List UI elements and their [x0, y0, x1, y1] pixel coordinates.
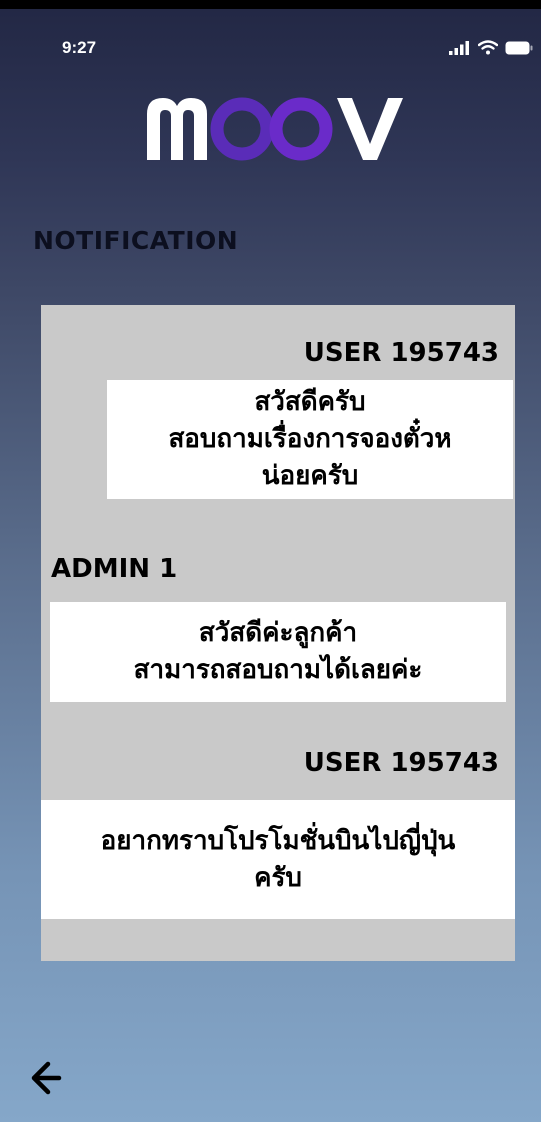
status-icons	[449, 40, 533, 55]
right-edge	[541, 0, 549, 1122]
message-sender: ADMIN 1	[51, 554, 178, 584]
page-title: NOTIFICATION	[33, 226, 239, 255]
moov-logo	[147, 97, 403, 161]
signal-icon	[449, 40, 469, 55]
message-bubble: อยากทราบโปรโมชั่นบินไปญี่ปุ่น ครับ	[41, 800, 515, 919]
top-edge	[0, 0, 549, 9]
battery-icon	[505, 41, 533, 54]
message-bubble: สวัสดีค่ะลูกค้า สามารถสอบถามได้เลยค่ะ	[50, 602, 506, 702]
message-bubble: สวัสดีครับ สอบถามเรื่องการจองตั๋วห น่อยค…	[107, 380, 513, 499]
wifi-icon	[478, 40, 498, 55]
notification-screen: 9:27 NOTIFICATION USER 195743 สวัสดีครับ…	[0, 0, 549, 1122]
message-sender: USER 195743	[303, 748, 499, 778]
message-sender: USER 195743	[303, 338, 499, 368]
status-time: 9:27	[62, 38, 97, 57]
back-arrow-icon[interactable]	[28, 1060, 62, 1096]
